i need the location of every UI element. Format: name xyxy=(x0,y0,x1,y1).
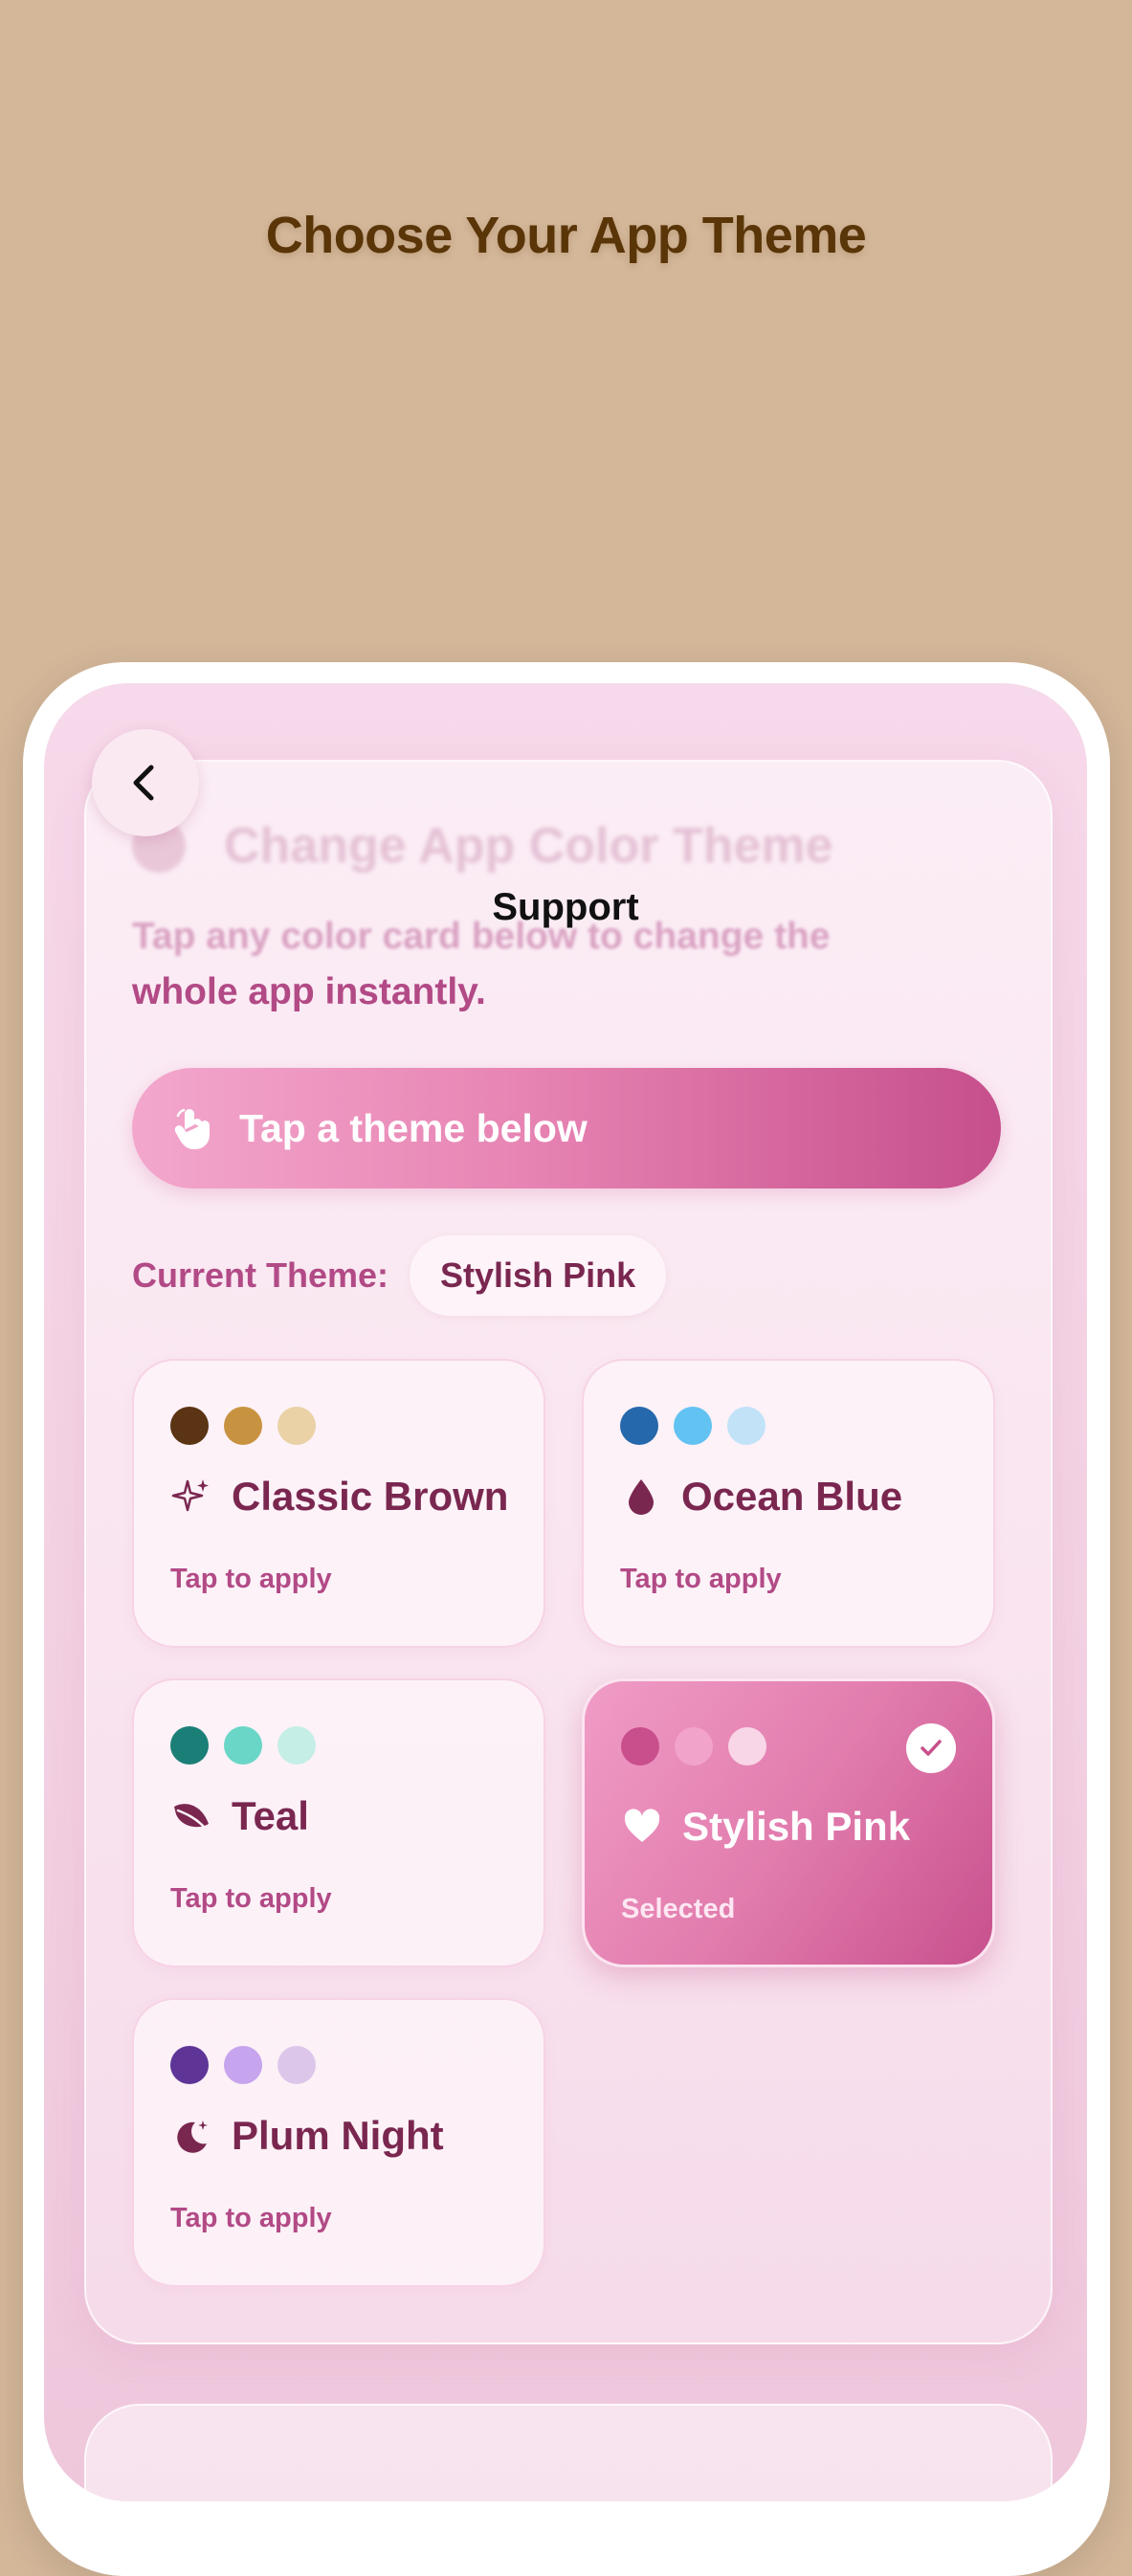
swatch-dot xyxy=(170,1726,209,1765)
current-theme-pill: Stylish Pink xyxy=(410,1235,667,1316)
swatch-dot xyxy=(620,1407,658,1445)
theme-name: Classic Brown xyxy=(232,1474,509,1519)
droplet-icon xyxy=(620,1476,662,1518)
chevron-left-icon xyxy=(133,765,154,801)
tap-theme-label: Tap a theme below xyxy=(239,1105,588,1150)
swatch-dot xyxy=(621,1727,659,1765)
swatch-dot xyxy=(277,2046,316,2084)
theme-card-ocean-blue[interactable]: Ocean Blue Tap to apply xyxy=(582,1359,995,1648)
theme-card-plum-night[interactable]: Plum Night Tap to apply xyxy=(132,1998,545,2287)
theme-card-classic-brown[interactable]: Classic Brown Tap to apply xyxy=(132,1359,545,1648)
theme-name: Ocean Blue xyxy=(681,1474,903,1519)
swatch-dot xyxy=(277,1407,316,1445)
subtitle-line-2: whole app instantly. xyxy=(132,971,486,1012)
swatch-dot xyxy=(728,1727,766,1765)
current-theme-label: Current Theme: xyxy=(132,1255,389,1295)
color-swatches xyxy=(170,1726,331,1765)
sparkles-icon xyxy=(170,1476,212,1518)
heart-icon xyxy=(621,1806,663,1848)
theme-name: Teal xyxy=(232,1793,309,1838)
theme-name: Plum Night xyxy=(232,2113,444,2158)
leaf-icon xyxy=(170,1795,212,1837)
theme-status: Tap to apply xyxy=(620,1564,782,1594)
hand-tap-icon xyxy=(170,1104,218,1152)
swatch-dot xyxy=(727,1407,766,1445)
back-button[interactable] xyxy=(92,729,199,836)
theme-status: Tap to apply xyxy=(170,1564,332,1594)
swatch-dot xyxy=(675,1727,713,1765)
swatch-dot xyxy=(224,1407,262,1445)
section-title: Change App Color Theme xyxy=(132,817,833,875)
nav-title: Support xyxy=(492,886,639,928)
check-icon xyxy=(906,1723,956,1773)
swatch-dot xyxy=(170,1407,209,1445)
theme-status: Tap to apply xyxy=(170,1883,332,1914)
theme-name: Stylish Pink xyxy=(682,1804,911,1849)
moon-stars-icon xyxy=(170,2115,212,2157)
swatch-dot xyxy=(170,2046,209,2084)
theme-card-teal[interactable]: Teal Tap to apply xyxy=(132,1678,545,1967)
page-headline: Choose Your App Theme xyxy=(265,207,867,264)
theme-status: Tap to apply xyxy=(170,2203,332,2233)
swatch-dot xyxy=(224,1726,262,1765)
color-swatches xyxy=(170,2046,331,2084)
swatch-dot xyxy=(277,1726,316,1765)
theme-card-stylish-pink[interactable]: Stylish Pink Selected xyxy=(582,1678,995,1967)
app-screen: Change App Color Theme Tap any color car… xyxy=(44,683,1087,2501)
theme-status: Selected xyxy=(621,1894,736,1924)
next-section-card xyxy=(84,2404,1053,2501)
tap-theme-banner[interactable]: Tap a theme below xyxy=(132,1068,1001,1188)
current-theme-row: Current Theme: Stylish Pink xyxy=(132,1234,667,1317)
swatch-dot xyxy=(224,2046,262,2084)
color-swatches xyxy=(621,1727,782,1765)
color-swatches xyxy=(170,1407,331,1445)
color-swatches xyxy=(620,1407,781,1445)
swatch-dot xyxy=(674,1407,712,1445)
